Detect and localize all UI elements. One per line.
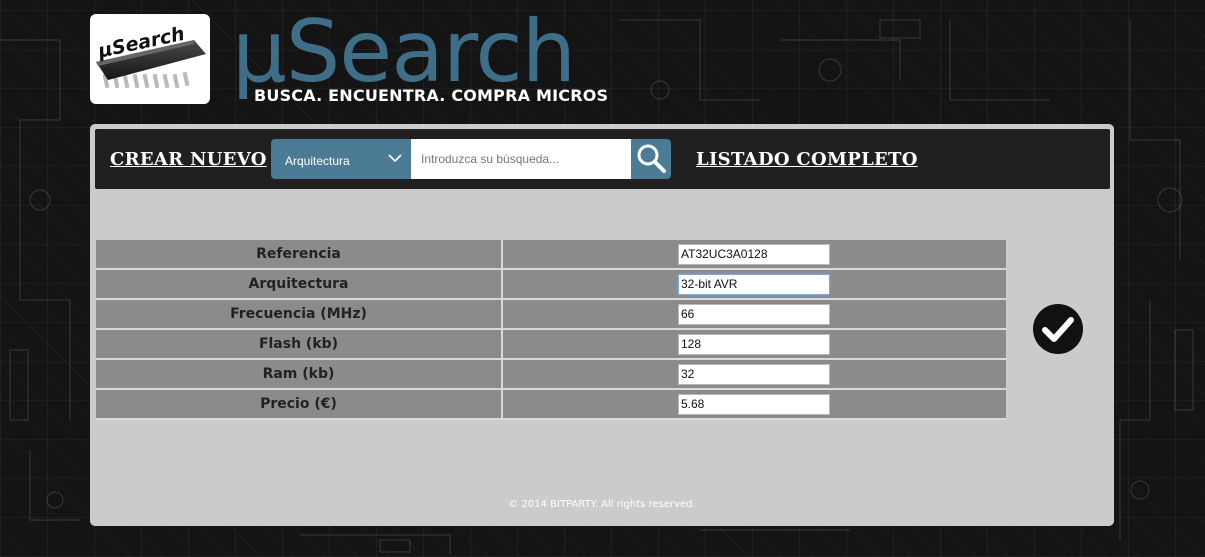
field-label: Precio (€) (96, 390, 503, 420)
architecture-field[interactable] (678, 273, 830, 295)
microchip-logo: µSearch (95, 23, 206, 89)
field-label: Referencia (96, 240, 503, 270)
top-navbar: CREAR NUEVO Arquitectura LISTADO COMPLET… (95, 129, 1110, 189)
table-row: Referencia (96, 240, 1006, 270)
table-row: Arquitectura (96, 270, 1006, 300)
ram-field[interactable] (678, 363, 830, 385)
micro-form-table: Referencia Arquitectura Frecuencia (MHz)… (96, 240, 1006, 420)
table-row: Flash (kb) (96, 330, 1006, 360)
field-label: Frecuencia (MHz) (96, 300, 503, 330)
search-category-value: Arquitectura (285, 154, 350, 168)
create-new-link[interactable]: CREAR NUEVO (110, 149, 267, 170)
chevron-down-icon (388, 154, 402, 163)
search-button[interactable] (631, 139, 671, 179)
table-row: Ram (kb) (96, 360, 1006, 390)
site-tagline: BUSCA. ENCUENTRA. COMPRA MICROS (254, 86, 609, 105)
confirm-button[interactable] (1032, 303, 1084, 355)
table-row: Frecuencia (MHz) (96, 300, 1006, 330)
magnifier-icon (637, 144, 666, 173)
brand-logo[interactable]: µSearch (90, 14, 210, 104)
search-category-select[interactable]: Arquitectura (271, 139, 411, 179)
table-row: Precio (€) (96, 390, 1006, 420)
reference-field[interactable] (678, 243, 830, 265)
field-label: Arquitectura (96, 270, 503, 300)
price-field[interactable] (678, 393, 830, 415)
flash-field[interactable] (678, 333, 830, 355)
field-label: Flash (kb) (96, 330, 503, 360)
footer-copyright: © 2014 BITPARTY. All rights reserved. (508, 499, 696, 510)
main-panel: CREAR NUEVO Arquitectura LISTADO COMPLET… (90, 124, 1114, 526)
search-input[interactable] (411, 139, 631, 179)
frequency-field[interactable] (678, 303, 830, 325)
checkmark-circle-icon (1033, 304, 1083, 354)
full-list-link[interactable]: LISTADO COMPLETO (696, 149, 918, 170)
field-label: Ram (kb) (96, 360, 503, 390)
